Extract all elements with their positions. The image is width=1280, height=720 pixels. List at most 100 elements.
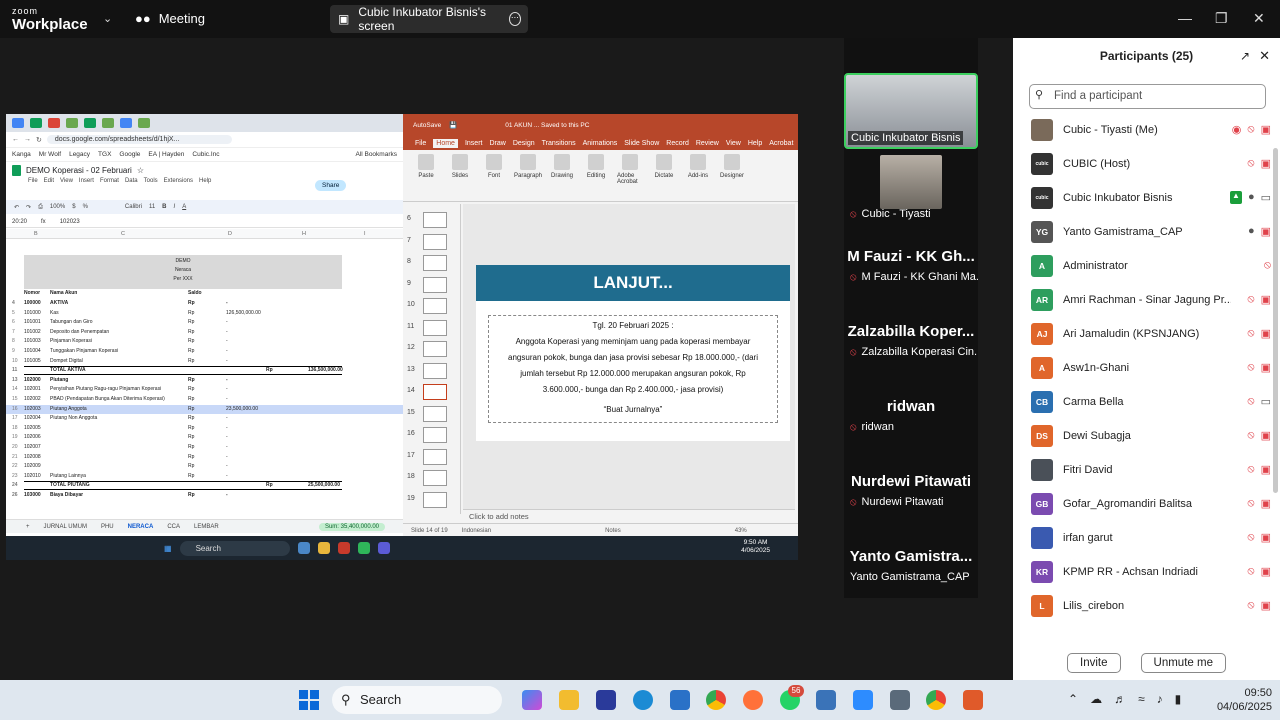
- mic-icon[interactable]: ♬: [1114, 692, 1126, 706]
- slide-thumbnail[interactable]: 7: [407, 232, 457, 252]
- chevron-up-icon[interactable]: ⌃: [1068, 692, 1078, 706]
- ppt-tab[interactable]: Transitions: [542, 140, 576, 147]
- participant-row[interactable]: AR Amri Rachman - Sinar Jagung Pr... ⦸ ▣: [1031, 285, 1271, 315]
- table-row[interactable]: 11 TOTAL AKTIVA Rp 136,500,000.00: [6, 366, 403, 376]
- ppt-tab[interactable]: Acrobat: [769, 140, 793, 147]
- slide-thumbnail[interactable]: 18: [407, 468, 457, 488]
- menu-item[interactable]: Help: [199, 178, 211, 187]
- ppt-tab[interactable]: Insert: [465, 140, 483, 147]
- slide-title[interactable]: LANJUT...: [476, 265, 790, 301]
- notes-field[interactable]: Click to add notes: [463, 509, 795, 523]
- table-row[interactable]: 10 101005 Dompet Digital Rp -: [6, 357, 403, 366]
- table-row[interactable]: 16 102003 Piutang Anggota Rp 23,500,000.00: [6, 404, 403, 414]
- menu-item[interactable]: View: [60, 178, 73, 187]
- slide-thumbnail[interactable]: 13: [407, 361, 457, 381]
- bookmark[interactable]: EA | Hayden: [148, 151, 184, 158]
- bookmark[interactable]: Mr Wolf: [39, 151, 61, 158]
- font-select[interactable]: Calibri: [125, 204, 142, 210]
- text-color-icon[interactable]: A: [182, 204, 186, 210]
- chrome-icon[interactable]: [706, 690, 726, 710]
- slide-thumbnail[interactable]: 14: [407, 382, 457, 402]
- participant-row[interactable]: L Lilis_cirebon ⦸ ▣: [1031, 591, 1271, 621]
- video-tile-active[interactable]: Cubic Inkubator Bisnis: [844, 73, 978, 149]
- ppt-tab[interactable]: Design: [513, 140, 535, 147]
- participant-row[interactable]: Fitri David ⦸ ▣: [1031, 455, 1271, 485]
- zoom-icon[interactable]: [853, 690, 873, 710]
- column-header-b[interactable]: B: [34, 231, 38, 237]
- notes-toggle[interactable]: Notes: [605, 528, 621, 534]
- sheet-title[interactable]: DEMO Koperasi - 02 Februari: [26, 166, 132, 175]
- table-row[interactable]: 13 102000 Piutang Rp -: [6, 376, 403, 385]
- ppt-tab-active[interactable]: Home: [433, 138, 458, 148]
- participant-list[interactable]: Cubic - Tiyasti (Me) ◉ ⦸ ▣ cubic CUBIC (Host)…: [1013, 115, 1271, 633]
- file-explorer-icon[interactable]: [559, 690, 579, 710]
- ppt-tab[interactable]: Animations: [583, 140, 618, 147]
- browser-tab[interactable]: [66, 118, 78, 128]
- menu-item[interactable]: Format: [100, 178, 119, 187]
- acrobat-button[interactable]: Adobe Acrobat: [617, 154, 643, 197]
- redo-icon[interactable]: ↷: [26, 204, 31, 211]
- table-row[interactable]: 19 102006 Rp -: [6, 433, 403, 442]
- pop-out-icon[interactable]: ↗: [1240, 38, 1250, 74]
- ppt-tab[interactable]: View: [726, 140, 741, 147]
- video-tile[interactable]: ridwan ⦸ ridwan: [844, 398, 978, 433]
- unmute-button[interactable]: Unmute me: [1140, 653, 1226, 673]
- participant-row[interactable]: YG Yanto Gamistrama_CAP ● ▣: [1031, 217, 1271, 247]
- video-tile[interactable]: Zalzabilla Koper... ⦸ Zalzabilla Koperasi …: [844, 323, 978, 358]
- participant-row[interactable]: GB Gofar_Agromandiri Balitsa ⦸ ▣: [1031, 489, 1271, 519]
- ppt-tab[interactable]: File: [415, 140, 426, 147]
- ppt-tab[interactable]: Draw: [489, 140, 505, 147]
- sheet-tab[interactable]: CCA: [167, 524, 180, 530]
- scrollbar[interactable]: [1273, 148, 1278, 493]
- ppt-tab[interactable]: Slide Show: [624, 140, 659, 147]
- slide-thumbnail[interactable]: 9: [407, 275, 457, 295]
- sheet-tab[interactable]: PHU: [101, 524, 114, 530]
- designer-button[interactable]: Designer: [719, 154, 745, 197]
- slide-thumbnail[interactable]: 19: [407, 490, 457, 510]
- participant-row[interactable]: cubic Cubic Inkubator Bisnis ▲ ● ▭: [1031, 183, 1271, 213]
- table-row[interactable]: 15 102002 PBAD (Pendapatan Bunga Akan Dite…: [6, 395, 403, 404]
- add-sheet-icon[interactable]: +: [26, 524, 30, 530]
- table-row[interactable]: 18 102005 Rp -: [6, 424, 403, 433]
- video-tile[interactable]: Yanto Gamistra... Yanto Gamistrama_CAP: [844, 548, 978, 583]
- app-icon[interactable]: [596, 690, 616, 710]
- ppt-tab[interactable]: Help: [748, 140, 762, 147]
- close-icon[interactable]: ✕: [1253, 10, 1265, 27]
- slide-thumbnail[interactable]: 6: [407, 210, 457, 230]
- paragraph-button[interactable]: Paragraph: [514, 154, 542, 197]
- slide-textbox[interactable]: Tgl. 20 Februari 2025 : Anggota Koperasi…: [488, 315, 778, 423]
- table-row[interactable]: 9 101004 Tunggakan Pinjaman Koperasi Rp -: [6, 347, 403, 356]
- menu-item[interactable]: Extensions: [164, 178, 193, 187]
- edge-icon[interactable]: [633, 690, 653, 710]
- cell-reference[interactable]: 20:20: [12, 219, 27, 225]
- minimize-icon[interactable]: —: [1178, 10, 1192, 26]
- participant-row[interactable]: A Administrator ⦸: [1031, 251, 1271, 281]
- language-label[interactable]: Indonesian: [462, 528, 491, 534]
- app-icon[interactable]: [963, 690, 983, 710]
- slide-thumbnail[interactable]: 17: [407, 447, 457, 467]
- table-row[interactable]: 7 101002 Deposito dan Penempatan Rp -: [6, 328, 403, 337]
- drawing-button[interactable]: Drawing: [549, 154, 575, 197]
- participant-row[interactable]: cubic CUBIC (Host) ⦸ ▣: [1031, 149, 1271, 179]
- share-button[interactable]: Share: [315, 180, 347, 191]
- participant-row[interactable]: KR KPMP RR - Achsan Indriadi ⦸ ▣: [1031, 557, 1271, 587]
- video-tile[interactable]: M Fauzi - KK Gh... ⦸ M Fauzi - KK Ghani Ma…: [844, 248, 978, 283]
- table-row[interactable]: 4 100000 AKTIVA Rp -: [6, 299, 403, 308]
- table-row[interactable]: 24 TOTAL PIUTANG Rp 25,500,000.00: [6, 481, 403, 491]
- table-row[interactable]: 21 102008 Rp -: [6, 453, 403, 462]
- browser-tab-strip[interactable]: [6, 114, 403, 132]
- menu-item[interactable]: Tools: [144, 178, 158, 187]
- browser-tab[interactable]: [102, 118, 114, 128]
- print-icon[interactable]: ⎙: [38, 204, 43, 211]
- slide-thumbnail[interactable]: 10: [407, 296, 457, 316]
- bold-icon[interactable]: B: [162, 204, 166, 210]
- undo-icon[interactable]: ↶: [14, 204, 19, 211]
- autosave-label[interactable]: AutoSave: [413, 122, 441, 129]
- participant-row[interactable]: DS Dewi Subagja ⦸ ▣: [1031, 421, 1271, 451]
- maximize-icon[interactable]: ❐: [1215, 10, 1228, 27]
- app-icon[interactable]: [816, 690, 836, 710]
- dictate-button[interactable]: Dictate: [651, 154, 677, 197]
- volume-icon[interactable]: ♪: [1157, 692, 1163, 706]
- start-button[interactable]: [299, 690, 319, 710]
- slide-thumbnail[interactable]: 12: [407, 339, 457, 359]
